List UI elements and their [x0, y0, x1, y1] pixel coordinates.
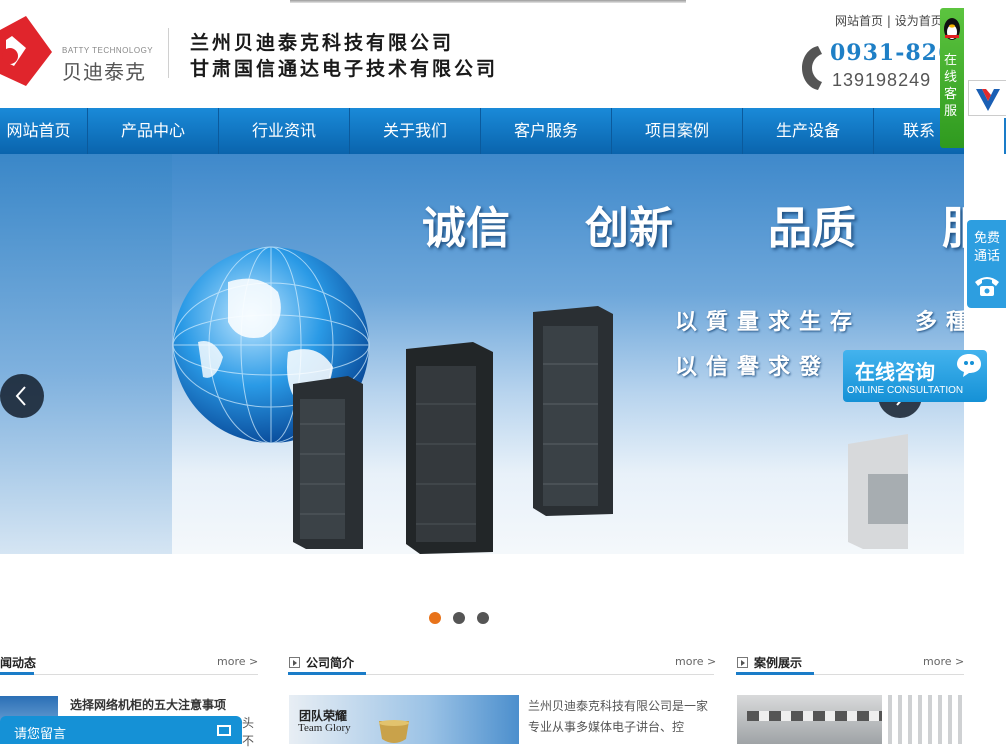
news-side-text-1: 头	[242, 716, 255, 730]
trophy-icon	[379, 720, 409, 743]
news-section-title: 闻动态	[0, 656, 37, 670]
link-separator: |	[886, 14, 891, 28]
banner-prev-button[interactable]	[0, 374, 44, 418]
chat-bubble-icon	[957, 354, 981, 377]
cases-accent-bar	[736, 672, 814, 675]
top-shadow-bar	[290, 0, 686, 3]
free-call-label: 免费通话	[973, 231, 1000, 264]
carousel-dot-3[interactable]	[477, 612, 489, 624]
nav-item-equipment[interactable]: 生产设备	[743, 108, 874, 154]
news-accent-bar	[0, 672, 34, 675]
qq-penguin-icon	[944, 18, 960, 40]
nav-item-products[interactable]: 产品中心	[88, 108, 219, 154]
phone-icon	[802, 46, 822, 90]
telephone-icon	[975, 277, 999, 296]
server-cabinets-illustration	[293, 306, 908, 554]
nav-item-cases[interactable]: 项目案例	[612, 108, 743, 154]
case-image-window	[882, 695, 962, 744]
case-image-detail	[747, 711, 897, 721]
verified-badge[interactable]	[968, 80, 1006, 116]
main-nav: 网站首页 产品中心 行业资讯 关于我们 客户服务 项目案例 生产设备 联系	[0, 108, 964, 154]
slogan-innovation: 创新	[585, 203, 673, 254]
leave-message-bar[interactable]: 请您留言	[0, 716, 242, 744]
carousel-dot-1[interactable]	[429, 612, 441, 624]
leave-message-label: 请您留言	[14, 727, 67, 742]
free-call-widget[interactable]: 免费通话	[967, 220, 1006, 308]
intro-text: 兰州贝迪泰克科技有限公司是一家专业从事多媒体电子讲台、控	[528, 699, 709, 734]
online-consult-en: ONLINE CONSULTATION	[847, 385, 964, 396]
hero-banner: 诚信 创新 品质 服 以質量求生存 多種 以信譽求發	[0, 154, 964, 554]
news-more-link[interactable]: more >	[217, 655, 258, 668]
company-names: 兰州贝迪泰克科技有限公司 甘肃国信通达电子技术有限公司	[190, 30, 498, 82]
cases-more-link[interactable]: more >	[923, 655, 964, 668]
carousel-dots	[429, 609, 501, 628]
carousel-dot-2[interactable]	[453, 612, 465, 624]
nav-item-about[interactable]: 关于我们	[350, 108, 481, 154]
site-logo[interactable]: BATTY TECHNOLOGY 贝迪泰克	[0, 14, 160, 94]
online-consult-cn: 在线咨询	[855, 360, 935, 384]
play-icon	[737, 657, 748, 668]
banner-line-1-right: 多種	[915, 309, 964, 335]
news-item-title[interactable]: 选择网络机柜的五大注意事项	[70, 696, 226, 713]
mobile-number: 139198249	[832, 70, 932, 90]
logo-mark-icon	[0, 16, 52, 86]
intro-accent-bar	[288, 672, 366, 675]
qq-online-service-widget[interactable]: 在线客服	[940, 8, 964, 148]
news-divider	[0, 674, 258, 675]
cases-section-title: 案例展示	[737, 654, 802, 671]
top-links: 网站首页 | 设为首页	[835, 12, 943, 29]
nav-item-service[interactable]: 客户服务	[481, 108, 612, 154]
case-thumbnail[interactable]	[737, 695, 962, 744]
logo-english-text: BATTY TECHNOLOGY	[62, 46, 154, 55]
qq-service-label: 在线客服	[944, 53, 958, 119]
intro-image[interactable]: 团队荣耀 Team Glory	[289, 695, 519, 744]
logo-chinese-text: 贝迪泰克	[62, 60, 146, 84]
online-consultation-widget[interactable]: 在线咨询 ONLINE CONSULTATION	[843, 350, 987, 402]
hotline-number: 0931-826	[830, 40, 955, 66]
intro-section-title: 公司简介	[289, 654, 354, 671]
link-home[interactable]: 网站首页	[835, 14, 883, 28]
slogan-integrity: 诚信	[422, 203, 510, 254]
link-set-homepage[interactable]: 设为首页	[895, 14, 943, 28]
intro-more-link[interactable]: more >	[675, 655, 716, 668]
verified-v-icon	[976, 89, 1000, 111]
company-name-1: 兰州贝迪泰克科技有限公司	[190, 32, 455, 54]
play-icon	[289, 657, 300, 668]
maximize-icon[interactable]	[217, 725, 231, 736]
cases-title-text: 案例展示	[754, 656, 803, 670]
chevron-left-icon	[15, 386, 26, 406]
header-divider	[168, 28, 169, 78]
intro-title-text: 公司简介	[306, 656, 355, 670]
banner-left-panel	[0, 154, 172, 554]
slogan-service: 服	[942, 192, 964, 256]
news-side-text-2: 不	[242, 734, 255, 748]
slogan-quality: 品质	[768, 203, 856, 254]
nav-item-industry-news[interactable]: 行业资讯	[219, 108, 350, 154]
intro-image-en-text: Team Glory	[298, 722, 351, 734]
company-name-2: 甘肃国信通达电子技术有限公司	[190, 58, 499, 80]
nav-item-home[interactable]: 网站首页	[0, 108, 88, 154]
